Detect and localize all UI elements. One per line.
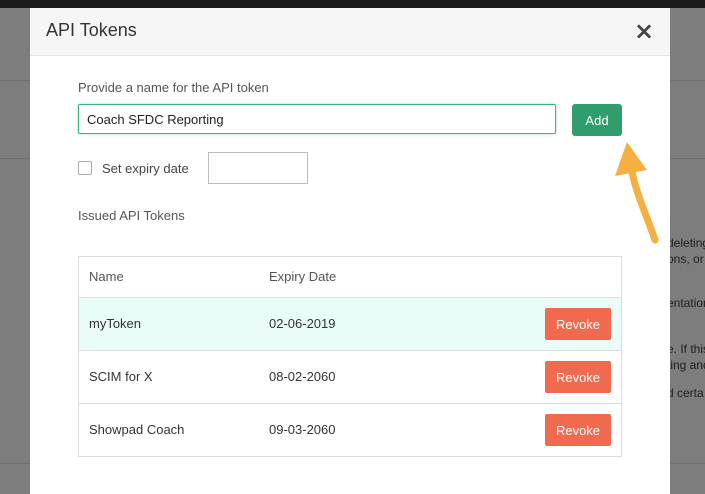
add-button[interactable]: Add [572, 104, 622, 136]
revoke-button[interactable]: Revoke [545, 414, 611, 446]
table-header-row: Name Expiry Date [79, 257, 621, 297]
background-text: ting and [667, 358, 705, 372]
top-bar [0, 0, 705, 8]
expiry-label: Set expiry date [102, 161, 189, 176]
background-text: deleting [667, 236, 705, 250]
token-expiry: 02-06-2019 [269, 316, 336, 331]
token-name: SCIM for X [89, 369, 153, 384]
modal-header: API Tokens × [30, 8, 670, 56]
table-row: Showpad Coach 09-03-2060 Revoke [79, 403, 621, 456]
token-expiry: 08-02-2060 [269, 369, 336, 384]
token-name-input[interactable] [78, 104, 556, 134]
tokens-table: Name Expiry Date myToken 02-06-2019 Revo… [78, 256, 622, 457]
background-text: entation [667, 296, 705, 310]
table-row: myToken 02-06-2019 Revoke [79, 297, 621, 350]
issued-tokens-label: Issued API Tokens [78, 208, 185, 223]
token-name: Showpad Coach [89, 422, 185, 437]
expiry-date-input[interactable] [208, 152, 308, 184]
background-text: e. If this [667, 342, 705, 356]
column-header-name: Name [89, 269, 124, 284]
close-icon[interactable]: × [632, 18, 656, 44]
token-expiry: 09-03-2060 [269, 422, 336, 437]
background-text: d certa [667, 386, 704, 400]
revoke-button[interactable]: Revoke [545, 361, 611, 393]
background-text: ons, or [667, 252, 704, 266]
expiry-checkbox[interactable] [78, 161, 92, 175]
modal-title: API Tokens [46, 20, 137, 40]
token-name-label: Provide a name for the API token [78, 80, 269, 95]
api-tokens-modal: API Tokens × Provide a name for the API … [30, 8, 670, 494]
token-name: myToken [89, 316, 142, 331]
table-row: SCIM for X 08-02-2060 Revoke [79, 350, 621, 403]
revoke-button[interactable]: Revoke [545, 308, 611, 340]
annotation-arrow-icon [615, 142, 659, 244]
background-text: . [667, 402, 705, 416]
column-header-expiry: Expiry Date [269, 269, 337, 284]
